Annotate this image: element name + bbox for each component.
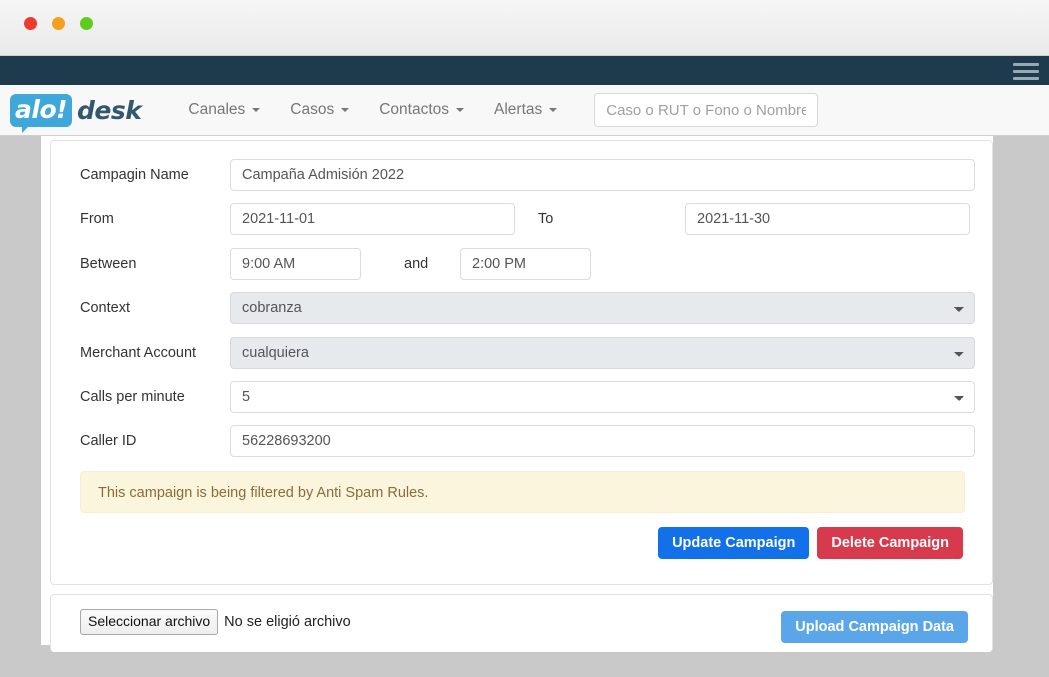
upload-button-wrap: Upload Campaign Data: [781, 611, 968, 643]
minimize-window-button[interactable]: [52, 17, 65, 30]
nav-item-label: Contactos: [379, 101, 449, 118]
close-window-button[interactable]: [24, 17, 37, 30]
nav-item-alertas[interactable]: Alertas: [479, 101, 572, 119]
nav-item-label: Canales: [188, 101, 246, 118]
hamburger-bar: [1013, 76, 1039, 80]
chevron-down-icon: [456, 108, 464, 112]
browser-titlebar: [0, 0, 1049, 56]
anti-spam-alert-text: This campaign is being filtered by Anti …: [98, 485, 429, 501]
top-dark-bar: [0, 56, 1049, 85]
merchant-account-label: Merchant Account: [80, 345, 197, 361]
hamburger-bar: [1013, 62, 1039, 66]
hamburger-icon[interactable]: [1013, 61, 1039, 81]
campaign-name-input[interactable]: [230, 159, 975, 191]
nav-links: Canales Casos Contactos Alertas: [173, 101, 572, 119]
anti-spam-alert: This campaign is being filtered by Anti …: [80, 471, 965, 513]
between-start-time-input[interactable]: [230, 248, 361, 280]
brand-word-text: desk: [77, 95, 142, 125]
to-label: To: [538, 211, 554, 227]
form-action-buttons: Update Campaign Delete Campaign: [658, 527, 963, 559]
app-root: alo! desk Canales Casos Contactos Alerta…: [0, 0, 1049, 677]
row-from-to: From To: [51, 203, 992, 235]
campaign-name-label: Campagin Name: [80, 167, 189, 183]
row-campaign-name: Campagin Name: [51, 159, 992, 191]
row-caller-id: Caller ID: [51, 425, 992, 457]
upload-campaign-data-button[interactable]: Upload Campaign Data: [781, 611, 968, 643]
campaign-form-card: Campagin Name From To Between and Contex…: [50, 140, 993, 585]
upload-card: Seleccionar archivo No se eligió archivo…: [50, 594, 993, 652]
nav-item-casos[interactable]: Casos: [275, 101, 364, 119]
from-date-input[interactable]: [230, 203, 515, 235]
page-gutter-left: [0, 136, 41, 645]
caller-id-label: Caller ID: [80, 433, 137, 449]
page-gutter-right: [993, 136, 1049, 645]
context-label: Context: [80, 300, 130, 316]
global-search-input[interactable]: [594, 93, 819, 127]
select-file-button[interactable]: Seleccionar archivo: [80, 609, 219, 635]
window-controls: [24, 17, 93, 30]
from-label: From: [80, 211, 114, 227]
to-date-input[interactable]: [685, 203, 970, 235]
merchant-account-select[interactable]: cualquiera: [230, 337, 975, 369]
calls-per-minute-label: Calls per minute: [80, 389, 185, 405]
context-select[interactable]: cobranza: [230, 292, 975, 324]
main-navbar: alo! desk Canales Casos Contactos Alerta…: [0, 85, 1049, 136]
brand-badge-text: alo!: [10, 93, 73, 133]
row-between: Between and: [51, 248, 992, 280]
row-calls-per-minute: Calls per minute 5: [51, 381, 992, 413]
caller-id-input[interactable]: [230, 425, 975, 457]
hamburger-bar: [1013, 69, 1039, 73]
row-merchant-account: Merchant Account cualquiera: [51, 337, 992, 369]
between-joiner-label: and: [404, 256, 429, 272]
nav-item-contactos[interactable]: Contactos: [364, 101, 479, 119]
between-label: Between: [80, 256, 137, 272]
maximize-window-button[interactable]: [80, 17, 93, 30]
calls-per-minute-select[interactable]: 5: [230, 381, 975, 413]
update-campaign-button[interactable]: Update Campaign: [658, 527, 810, 559]
chevron-down-icon: [549, 108, 558, 112]
chevron-down-icon: [341, 108, 350, 112]
nav-item-label: Casos: [290, 101, 335, 118]
row-context: Context cobranza: [51, 292, 992, 324]
file-input-group[interactable]: Seleccionar archivo No se eligió archivo: [80, 609, 351, 635]
chevron-down-icon: [252, 108, 261, 112]
nav-item-canales[interactable]: Canales: [173, 101, 275, 119]
delete-campaign-button[interactable]: Delete Campaign: [817, 527, 963, 559]
brand-logo[interactable]: alo! desk: [10, 93, 142, 133]
file-status-label: No se eligió archivo: [224, 613, 351, 630]
between-end-time-input[interactable]: [460, 248, 591, 280]
nav-item-label: Alertas: [494, 101, 543, 118]
